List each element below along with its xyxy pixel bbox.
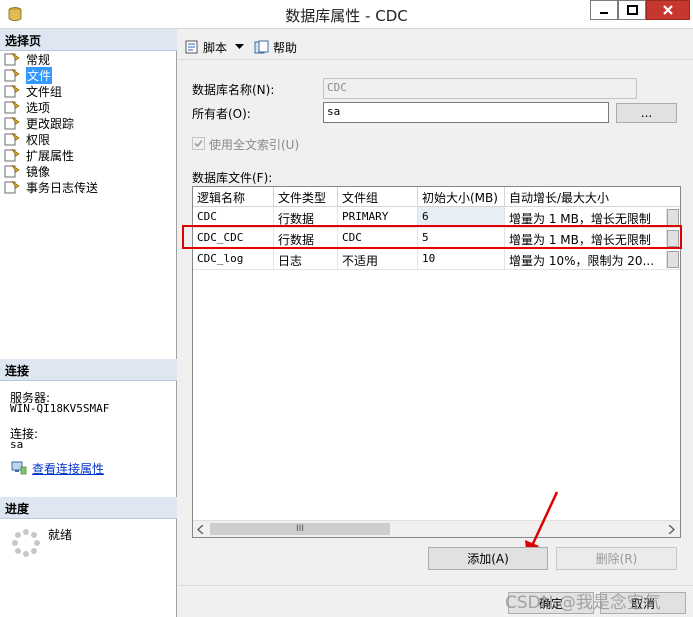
cell-filegroup[interactable]: 不适用 [338, 249, 418, 270]
page-wrench-icon [4, 52, 20, 66]
dropdown-arrow-icon [235, 44, 245, 49]
column-header-filegroup[interactable]: 文件组 [338, 187, 418, 207]
db-name-label: 数据库名称(N): [192, 83, 275, 97]
page-item-filegroups[interactable]: 文件组 [4, 83, 62, 99]
help-label: 帮助 [273, 40, 298, 55]
connection-value: sa [10, 438, 24, 451]
page-item-label: 文件 [26, 66, 53, 84]
script-icon [185, 40, 198, 54]
close-icon [663, 5, 673, 15]
cell-logical-name[interactable]: CDC_log [193, 249, 274, 270]
grid-header: 逻辑名称 文件类型 文件组 初始大小(MB) 自动增长/最大大小 [193, 187, 680, 207]
cell-file-type[interactable]: 日志 [274, 249, 338, 270]
autogrowth-edit-button[interactable] [667, 209, 679, 226]
autogrowth-edit-button[interactable] [667, 251, 679, 268]
minimize-button[interactable] [590, 0, 618, 20]
page-item-options[interactable]: 选项 [4, 99, 50, 115]
page-item-label: 镜像 [26, 164, 51, 179]
column-header-logical-name[interactable]: 逻辑名称 [193, 187, 274, 207]
page-item-label: 选项 [26, 100, 51, 115]
owner-label: 所有者(O): [192, 107, 251, 121]
page-wrench-icon [4, 164, 20, 178]
page-item-permissions[interactable]: 权限 [4, 131, 50, 147]
view-connection-properties-link[interactable]: 查看连接属性 [32, 460, 104, 477]
connection-properties-icon [11, 461, 27, 475]
page-wrench-icon [4, 116, 20, 130]
page-item-label: 文件组 [26, 84, 63, 99]
highlight-box [182, 225, 682, 249]
page-item-label: 事务日志传送 [26, 180, 99, 195]
page-wrench-icon [4, 84, 20, 98]
page-item-label: 常规 [26, 52, 51, 67]
page-item-change-tracking[interactable]: 更改跟踪 [4, 115, 74, 131]
progress-header: 进度 [0, 497, 177, 519]
page-item-label: 扩展属性 [26, 148, 75, 163]
page-wrench-icon [4, 132, 20, 146]
page-item-general[interactable]: 常规 [4, 51, 50, 67]
horizontal-scrollbar[interactable]: III [193, 520, 680, 537]
minimize-icon [600, 12, 608, 14]
fulltext-checkbox[interactable] [192, 137, 205, 150]
page-wrench-icon [4, 180, 20, 194]
help-button[interactable]: 帮助 [254, 38, 297, 56]
connection-header: 连接 [0, 359, 177, 381]
select-page-header: 选择页 [0, 29, 177, 51]
help-icon [254, 40, 269, 54]
page-item-log-shipping[interactable]: 事务日志传送 [4, 179, 98, 195]
owner-browse-button[interactable]: ... [616, 103, 677, 123]
owner-input[interactable]: sa [323, 102, 609, 123]
page-item-mirroring[interactable]: 镜像 [4, 163, 50, 179]
db-name-input[interactable]: CDC [323, 78, 637, 99]
remove-button[interactable]: 删除(R) [556, 547, 677, 570]
watermark: CSDN @我是念空气 [505, 593, 661, 613]
scroll-thumb[interactable]: III [210, 523, 390, 535]
database-files-label: 数据库文件(F): [192, 171, 273, 185]
maximize-button[interactable] [618, 0, 646, 20]
cell-initial-size[interactable]: 10 [418, 249, 505, 270]
fulltext-label: 使用全文索引(U) [209, 138, 300, 152]
page-wrench-icon [4, 148, 20, 162]
table-row[interactable]: CDC_log 日志 不适用 10 增量为 10%，限制为 20... [193, 249, 680, 270]
progress-status: 就绪 [48, 528, 73, 542]
checkmark-icon [194, 139, 203, 148]
script-button[interactable]: 脚本 [184, 38, 245, 56]
server-value: WIN-QI18KV5SMAF [10, 402, 110, 415]
page-wrench-icon [4, 68, 20, 82]
page-item-label: 更改跟踪 [26, 116, 75, 131]
column-header-initial-size[interactable]: 初始大小(MB) [418, 187, 505, 207]
close-button[interactable] [646, 0, 690, 20]
scroll-left-icon [197, 525, 204, 534]
page-wrench-icon [4, 100, 20, 114]
cell-autogrowth[interactable]: 增量为 10%，限制为 20... [505, 249, 667, 270]
page-item-extended-properties[interactable]: 扩展属性 [4, 147, 74, 163]
page-item-label: 权限 [26, 132, 51, 147]
script-label: 脚本 [203, 40, 228, 55]
scroll-right-icon [668, 525, 675, 534]
column-header-file-type[interactable]: 文件类型 [274, 187, 338, 207]
progress-spinner-icon [12, 529, 40, 557]
add-button[interactable]: 添加(A) [428, 547, 548, 570]
column-header-autogrowth[interactable]: 自动增长/最大大小 [505, 187, 680, 207]
maximize-icon [626, 5, 638, 15]
page-item-files[interactable]: 文件 [4, 66, 53, 84]
